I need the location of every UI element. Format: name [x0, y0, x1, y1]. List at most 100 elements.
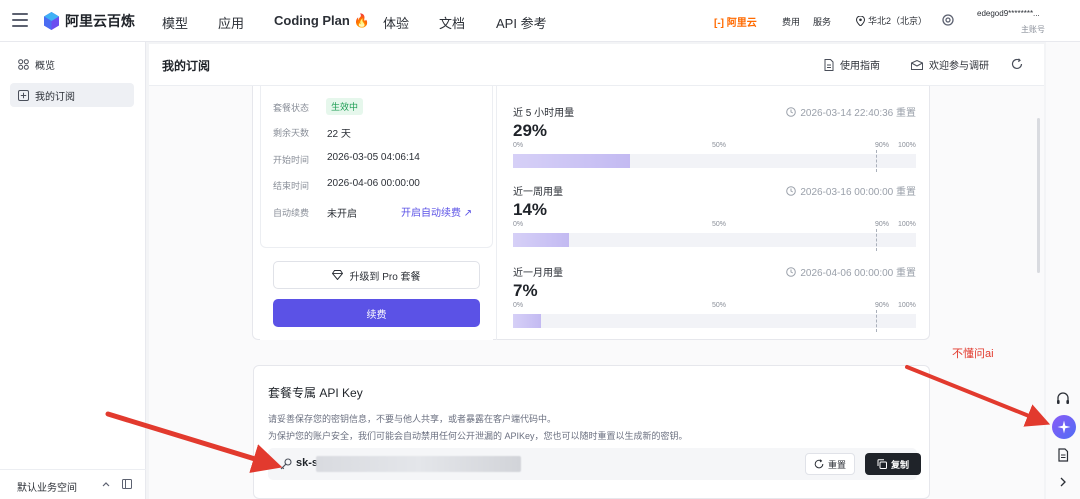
api-key-notice-1: 请妥善保存您的密钥信息，不要与他人共享，或者暴露在客户端代码中。 — [268, 414, 557, 424]
account-type-label: 主账号 — [1021, 25, 1045, 34]
ai-assistant-button[interactable] — [1052, 415, 1076, 439]
api-key-notice-2: 为保护您的账户安全，我们可能会自动禁用任何公开泄漏的 APIKey，您也可以随时… — [268, 431, 688, 441]
usage-reset-time: 2026-03-14 22:40:36 重置 — [786, 104, 916, 119]
usage-title: 近一月用量 — [513, 268, 563, 279]
upgrade-label: 升级到 Pro 套餐 — [349, 271, 421, 283]
copy-icon — [877, 459, 887, 469]
document-icon[interactable] — [1054, 446, 1072, 464]
nav-docs[interactable]: 文档 — [439, 13, 465, 32]
collapse-sidebar-icon[interactable] — [122, 479, 132, 489]
diamond-icon — [332, 270, 344, 280]
copy-key-label: 复制 — [890, 459, 909, 470]
region-label: 华北2（北京） — [868, 16, 928, 26]
nav-apps[interactable]: 应用 — [218, 13, 244, 32]
plan-details: 套餐状态 生效中 剩余天数 22 天 开始时间 2026-03-05 04:06… — [260, 86, 493, 340]
usage-5h: 近 5 小时用量 2026-03-14 22:40:36 重置 29% 0% 5… — [513, 104, 916, 184]
usage-guide-link[interactable]: 使用指南 — [824, 57, 880, 72]
details-box — [260, 86, 493, 248]
sidebar-item-overview[interactable]: 概览 — [10, 52, 134, 76]
api-key-row: sk-s 重置 复制 — [268, 448, 921, 480]
usage-progress-bar — [513, 229, 916, 251]
region-selector[interactable]: 华北2（北京） — [856, 14, 927, 27]
usage-progress-fill — [513, 233, 570, 247]
location-pin-icon — [856, 15, 865, 26]
tick-90: 90% — [875, 142, 890, 149]
sidebar-item-label: 概览 — [35, 60, 55, 72]
threshold-90-marker — [876, 310, 877, 332]
document-icon — [824, 58, 834, 71]
threshold-90-marker — [876, 229, 877, 251]
api-key-value[interactable]: sk-s — [296, 457, 318, 469]
tick-100: 100% — [898, 142, 916, 149]
sidebar: 概览 我的订阅 默认业务空间 — [0, 42, 146, 499]
tick-100: 100% — [898, 221, 916, 228]
usage-progress-fill — [513, 314, 542, 328]
workspace-switcher[interactable]: 默认业务空间 — [0, 469, 146, 499]
clock-icon — [786, 266, 797, 277]
subscription-icon — [18, 89, 29, 101]
headset-icon[interactable] — [1054, 390, 1072, 408]
tick-0: 0% — [513, 302, 524, 309]
tick-0: 0% — [513, 221, 524, 228]
fees-link[interactable]: 费用 — [782, 15, 800, 28]
survey-icon — [911, 59, 923, 70]
hamburger-menu-icon[interactable] — [12, 13, 28, 27]
usage-percent: 29% — [513, 121, 548, 140]
tick-50: 50% — [712, 302, 727, 309]
sidebar-item-my-subscription[interactable]: 我的订阅 — [10, 83, 134, 107]
usage-title: 近 5 小时用量 — [513, 108, 575, 119]
tick-90: 90% — [875, 221, 890, 228]
refresh-icon — [814, 459, 824, 469]
brand-name: 阿里云百炼 — [65, 13, 135, 29]
reset-key-label: 重置 — [827, 459, 846, 470]
api-key-redacted — [316, 456, 521, 472]
nav-api-reference[interactable]: API 参考 — [496, 13, 547, 32]
refresh-icon[interactable] — [1011, 58, 1023, 70]
sparkle-icon — [1057, 420, 1071, 434]
usage-progress-bar — [513, 150, 916, 172]
renew-button[interactable]: 续费 — [273, 299, 480, 327]
bailian-logo-icon — [44, 12, 59, 30]
grid-icon — [18, 58, 29, 70]
chevron-right-icon[interactable] — [1054, 473, 1072, 491]
nav-models[interactable]: 模型 — [162, 13, 188, 32]
aliyun-logo[interactable]: [-] 阿里云 — [714, 14, 757, 29]
survey-label: 欢迎参与调研 — [929, 61, 989, 72]
usage-week: 近一周用量 2026-03-16 00:00:00 重置 14% 0% 50% … — [513, 183, 916, 263]
tick-50: 50% — [712, 142, 727, 149]
brand[interactable]: 阿里云百炼 — [44, 11, 135, 31]
user-account-name[interactable]: edegod9********... — [977, 9, 1040, 18]
usage-percent: 7% — [513, 281, 538, 300]
tick-100: 100% — [898, 302, 916, 309]
clock-icon — [786, 185, 797, 196]
nav-coding-plan[interactable]: Coding Plan 🔥 — [274, 13, 370, 29]
right-rail — [1046, 42, 1080, 499]
page-header: 我的订阅 使用指南 欢迎参与调研 — [149, 44, 1044, 86]
usage-reset-time: 2026-04-06 00:00:00 重置 — [786, 264, 916, 279]
service-link[interactable]: 服务 — [813, 15, 831, 28]
top-navigation-bar: 阿里云百炼 模型 应用 Coding Plan 🔥 体验 文档 API 参考 [… — [0, 0, 1080, 42]
reset-text: 2026-03-16 00:00:00 重置 — [800, 187, 916, 198]
reset-key-button[interactable]: 重置 — [805, 453, 855, 475]
tick-0: 0% — [513, 142, 524, 149]
upgrade-pro-button[interactable]: 升级到 Pro 套餐 — [273, 261, 480, 289]
workspace-label: 默认业务空间 — [17, 483, 77, 494]
page-title: 我的订阅 — [162, 59, 211, 73]
api-key-card: 套餐专属 API Key 请妥善保存您的密钥信息，不要与他人共享，或者暴露在客户… — [253, 365, 930, 499]
gear-icon[interactable] — [941, 13, 955, 27]
scrollbar[interactable] — [1037, 118, 1040, 273]
usage-progress-bar — [513, 310, 916, 332]
survey-link[interactable]: 欢迎参与调研 — [911, 57, 989, 72]
chevron-up-icon[interactable] — [102, 481, 110, 487]
nav-experience[interactable]: 体验 — [383, 13, 409, 32]
reset-text: 2026-03-14 22:40:36 重置 — [800, 108, 916, 119]
usage-guide-label: 使用指南 — [840, 61, 880, 72]
copy-key-button[interactable]: 复制 — [865, 453, 921, 475]
tick-50: 50% — [712, 221, 727, 228]
sidebar-item-label: 我的订阅 — [35, 91, 75, 103]
api-key-title: 套餐专属 API Key — [268, 386, 363, 400]
usage-reset-time: 2026-03-16 00:00:00 重置 — [786, 183, 916, 198]
usage-month: 近一月用量 2026-04-06 00:00:00 重置 7% 0% 50% 9… — [513, 264, 916, 344]
clock-icon — [786, 106, 797, 117]
usage-percent: 14% — [513, 200, 548, 219]
